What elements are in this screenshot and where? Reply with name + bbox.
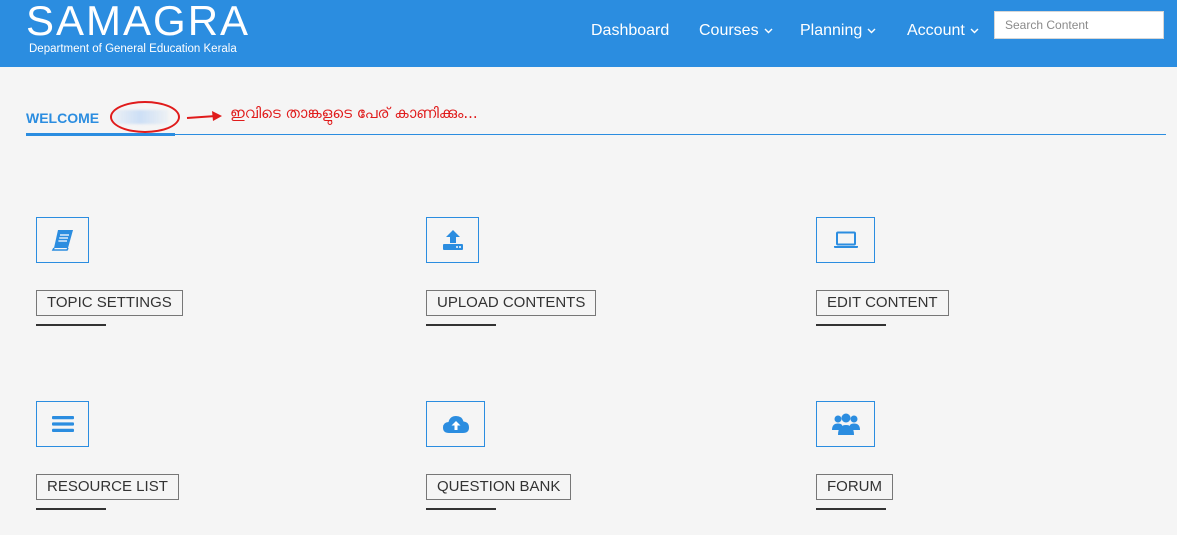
card-upload-contents: UPLOAD CONTENTS [426,217,726,337]
list-icon [51,416,74,432]
users-icon [831,413,860,435]
brand-title: SAMAGRA [26,0,251,44]
card-underline [36,508,106,510]
annotation-arrow-icon [186,111,222,121]
nav-account[interactable]: Account [907,20,979,42]
chevron-down-icon [764,28,773,34]
question-bank-button[interactable]: QUESTION BANK [426,474,572,500]
welcome-label: WELCOME [26,110,100,126]
edit-content-icon-button[interactable] [816,217,875,263]
cloud-upload-icon [442,416,469,433]
card-edit-content: EDIT CONTENT [816,217,1116,337]
nav-courses[interactable]: Courses [699,20,773,42]
search-input[interactable] [994,11,1164,39]
card-underline [426,324,496,326]
card-underline [36,324,106,326]
upload-contents-button[interactable]: UPLOAD CONTENTS [426,290,597,316]
card-underline [816,324,886,326]
card-forum: FORUM [816,401,1116,521]
nav-planning[interactable]: Planning [800,20,876,42]
resource-list-icon-button[interactable] [36,401,89,447]
topic-settings-button[interactable]: TOPIC SETTINGS [36,290,183,316]
card-underline [426,508,496,510]
card-resource-list: RESOURCE LIST [36,401,336,521]
card-topic-settings: TOPIC SETTINGS [36,217,336,337]
card-question-bank: QUESTION BANK [426,401,726,521]
brand-subtitle: Department of General Education Kerala [29,43,237,55]
question-bank-icon-button[interactable] [426,401,485,447]
book-icon [51,230,73,251]
welcome-divider [26,134,1166,135]
resource-list-button[interactable]: RESOURCE LIST [36,474,179,500]
nav-dashboard-label: Dashboard [591,22,670,39]
topic-settings-icon-button[interactable] [36,217,89,263]
nav-planning-label: Planning [800,22,863,39]
upload-contents-icon-button[interactable] [426,217,479,263]
top-navbar: SAMAGRA Department of General Education … [0,0,1177,67]
forum-icon-button[interactable] [816,401,875,447]
upload-icon [442,230,463,250]
card-underline [816,508,886,510]
edit-content-button[interactable]: EDIT CONTENT [816,290,949,316]
forum-button[interactable]: FORUM [816,474,893,500]
annotation-text: ഇവിടെ താങ്കളുടെ പേര് കാണിക്കും... [230,104,478,122]
nav-courses-label: Courses [699,22,759,39]
nav-account-label: Account [907,22,965,39]
annotation-ellipse [110,101,180,133]
welcome-tab-underline [26,133,175,136]
laptop-icon [833,231,858,248]
chevron-down-icon [970,28,979,34]
nav-dashboard[interactable]: Dashboard [591,20,669,42]
chevron-down-icon [867,28,876,34]
